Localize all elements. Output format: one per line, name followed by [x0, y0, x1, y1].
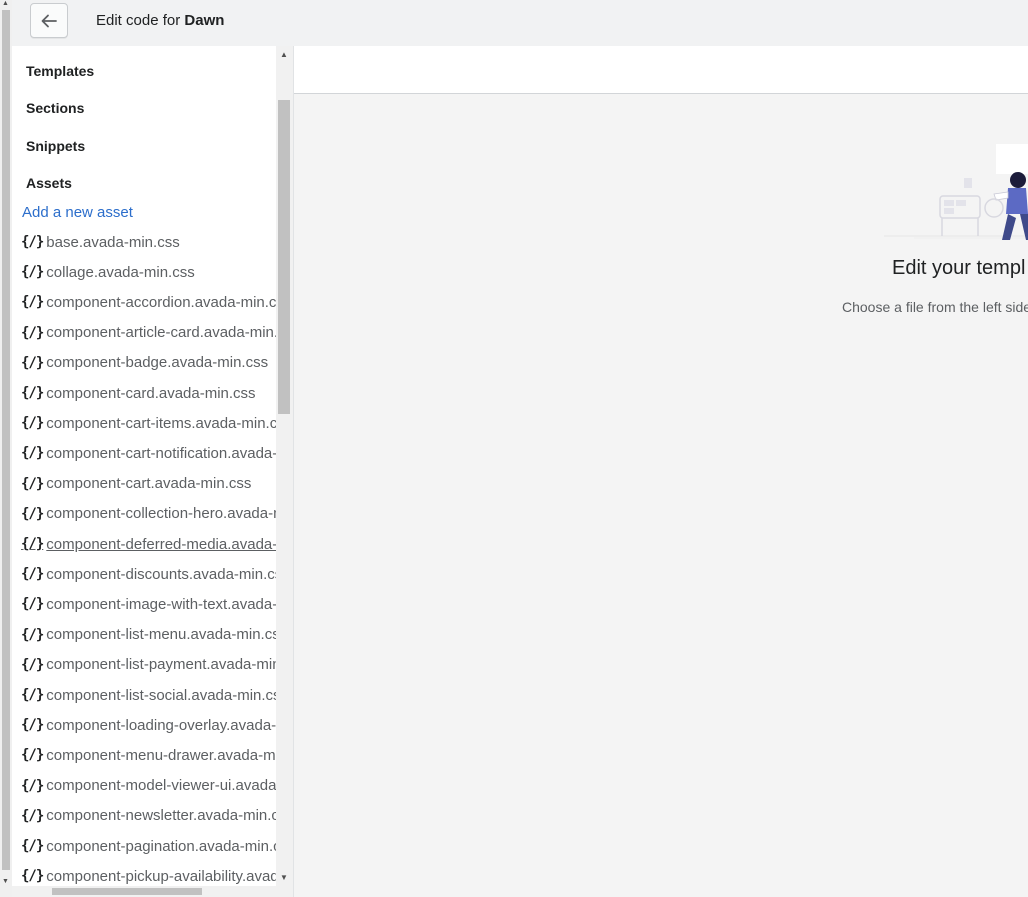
page-scrollbar[interactable]: ▲ ▼	[0, 0, 12, 897]
asset-file-item[interactable]: {/} collage.avada-min.css	[21, 261, 276, 283]
asset-file-name: component-pagination.avada-min.css	[46, 837, 276, 855]
asset-file-name: component-model-viewer-ui.avada-min.css	[46, 777, 276, 795]
code-file-icon: {/}	[21, 324, 44, 341]
asset-file-item[interactable]: {/}component-pickup-availability.avada-m…	[21, 865, 276, 887]
code-file-icon: {/}	[21, 385, 44, 401]
asset-file-name: component-deferred-media.avada-min.css	[46, 535, 276, 553]
asset-file-item[interactable]: {/} component-badge.avada-min.css	[21, 352, 276, 374]
asset-file-item[interactable]: {/} component-card.avada-min.css	[21, 382, 276, 404]
theme-name: Dawn	[184, 12, 225, 29]
scroll-down-icon[interactable]: ▼	[280, 873, 288, 882]
code-file-icon: {/}	[21, 475, 44, 492]
scroll-up-icon[interactable]: ▲	[2, 0, 9, 7]
person-at-desk-illustration	[884, 144, 1028, 240]
asset-file-name: component-pickup-availability.avada-min.…	[46, 867, 276, 885]
asset-file-item[interactable]: {/}component-model-viewer-ui.avada-min.c…	[21, 775, 276, 797]
asset-file-item[interactable]: {/} component-article-card.avada-min.css	[21, 322, 276, 344]
asset-file-item[interactable]: {/} component-newsletter.avada-min.css	[21, 805, 276, 827]
code-file-icon: {/}	[21, 717, 44, 734]
code-file-icon: {/}	[21, 747, 44, 764]
code-file-icon: {/}	[21, 656, 44, 673]
asset-file-item[interactable]: {/}component-menu-drawer.avada-min.css	[21, 744, 276, 766]
asset-file-name: component-collection-hero.avada-min.css	[46, 505, 276, 523]
scroll-down-icon[interactable]: ▼	[2, 878, 9, 885]
horizontal-scrollbar-thumb[interactable]	[52, 888, 202, 895]
code-file-icon: {/}	[21, 566, 44, 583]
asset-file-name: component-newsletter.avada-min.css	[46, 807, 276, 825]
editor-toolbar	[294, 46, 1028, 94]
section-sections[interactable]: Sections	[26, 100, 84, 116]
asset-file-name: component-image-with-text.avada-min.css	[46, 595, 276, 613]
section-snippets[interactable]: Snippets	[26, 138, 85, 154]
empty-state-description: Choose a file from the left side	[842, 299, 1028, 315]
asset-file-name: component-list-social.avada-min.css	[46, 686, 276, 704]
arrow-left-icon	[41, 14, 57, 27]
section-templates[interactable]: Templates	[26, 63, 94, 79]
back-button[interactable]	[30, 3, 68, 38]
code-file-icon: {/}	[21, 264, 44, 281]
code-file-icon: {/}	[21, 445, 44, 462]
asset-file-name: component-cart.avada-min.css	[46, 475, 252, 493]
asset-file-item[interactable]: {/} base.avada-min.css	[21, 231, 276, 253]
asset-file-item[interactable]: {/} component-pagination.avada-min.css	[21, 835, 276, 857]
asset-file-name: component-article-card.avada-min.css	[46, 324, 276, 342]
asset-file-item[interactable]: {/}component-deferred-media.avada-min.cs…	[21, 533, 276, 555]
code-file-icon: {/}	[21, 777, 44, 794]
asset-file-item[interactable]: {/}component-list-payment.avada-min.css	[21, 654, 276, 676]
asset-file-name: component-list-payment.avada-min.css	[46, 656, 276, 674]
asset-file-item[interactable]: {/} component-discounts.avada-min.css	[21, 563, 276, 585]
sidebar-horizontal-scrollbar[interactable]	[12, 886, 293, 897]
asset-file-item[interactable]: {/}component-loading-overlay.avada-min.c…	[21, 714, 276, 736]
file-sidebar: Templates Sections Snippets Assets Add a…	[12, 46, 294, 897]
asset-file-name: component-menu-drawer.avada-min.css	[46, 746, 276, 764]
asset-file-item[interactable]: {/} component-cart-items.avada-min.css	[21, 412, 276, 434]
asset-file-name: collage.avada-min.css	[46, 263, 195, 281]
asset-file-item[interactable]: {/}component-cart-notification.avada-min…	[21, 442, 276, 464]
code-file-icon: {/}	[21, 234, 44, 250]
asset-file-name: component-card.avada-min.css	[46, 384, 256, 402]
empty-state-title: Edit your templ	[892, 257, 1026, 279]
add-new-asset-link[interactable]: Add a new asset	[22, 204, 133, 221]
asset-file-name: component-list-menu.avada-min.css	[46, 626, 276, 644]
asset-file-item[interactable]: {/} component-list-menu.avada-min.css	[21, 624, 276, 646]
asset-file-name: component-badge.avada-min.css	[46, 354, 269, 372]
code-file-icon: {/}	[21, 596, 44, 613]
asset-file-name: component-accordion.avada-min.css	[46, 293, 276, 311]
code-file-icon: {/}	[21, 807, 44, 824]
code-file-icon: {/}	[21, 687, 44, 703]
code-file-icon: {/}	[21, 354, 44, 371]
page-title: Edit code for Dawn	[96, 12, 224, 29]
code-file-icon: {/}	[21, 294, 44, 311]
asset-file-item[interactable]: {/}component-collection-hero.avada-min.c…	[21, 503, 276, 525]
asset-file-name: component-loading-overlay.avada-min.css	[46, 716, 276, 734]
asset-file-item[interactable]: {/} component-list-social.avada-min.css	[21, 684, 276, 706]
scroll-up-icon[interactable]: ▲	[280, 50, 288, 59]
editor-empty-state: Edit your templ Choose a file from the l…	[294, 94, 1028, 897]
asset-file-item[interactable]: {/} component-cart.avada-min.css	[21, 473, 276, 495]
asset-file-item[interactable]: {/}component-image-with-text.avada-min.c…	[21, 593, 276, 615]
asset-file-item[interactable]: {/} component-accordion.avada-min.css	[21, 291, 276, 313]
code-file-icon: {/}	[21, 838, 44, 854]
sidebar-scrollbar-thumb[interactable]	[278, 100, 290, 414]
code-file-icon: {/}	[21, 415, 44, 432]
asset-file-name: base.avada-min.css	[46, 233, 180, 251]
sidebar-scrollbar[interactable]: ▲ ▼	[276, 46, 293, 886]
asset-file-name: component-cart-notification.avada-min.cs…	[46, 444, 276, 462]
code-file-icon: {/}	[21, 505, 44, 522]
code-file-icon: {/}	[21, 626, 44, 643]
asset-file-name: component-cart-items.avada-min.css	[46, 414, 276, 432]
asset-file-name: component-discounts.avada-min.css	[46, 565, 276, 583]
top-bar: Edit code for Dawn	[12, 0, 1028, 46]
title-prefix: Edit code for	[96, 12, 181, 29]
code-file-icon: {/}	[21, 868, 44, 885]
code-file-icon: {/}	[21, 536, 44, 552]
page-scrollbar-thumb[interactable]	[2, 10, 10, 870]
section-assets[interactable]: Assets	[26, 175, 72, 191]
